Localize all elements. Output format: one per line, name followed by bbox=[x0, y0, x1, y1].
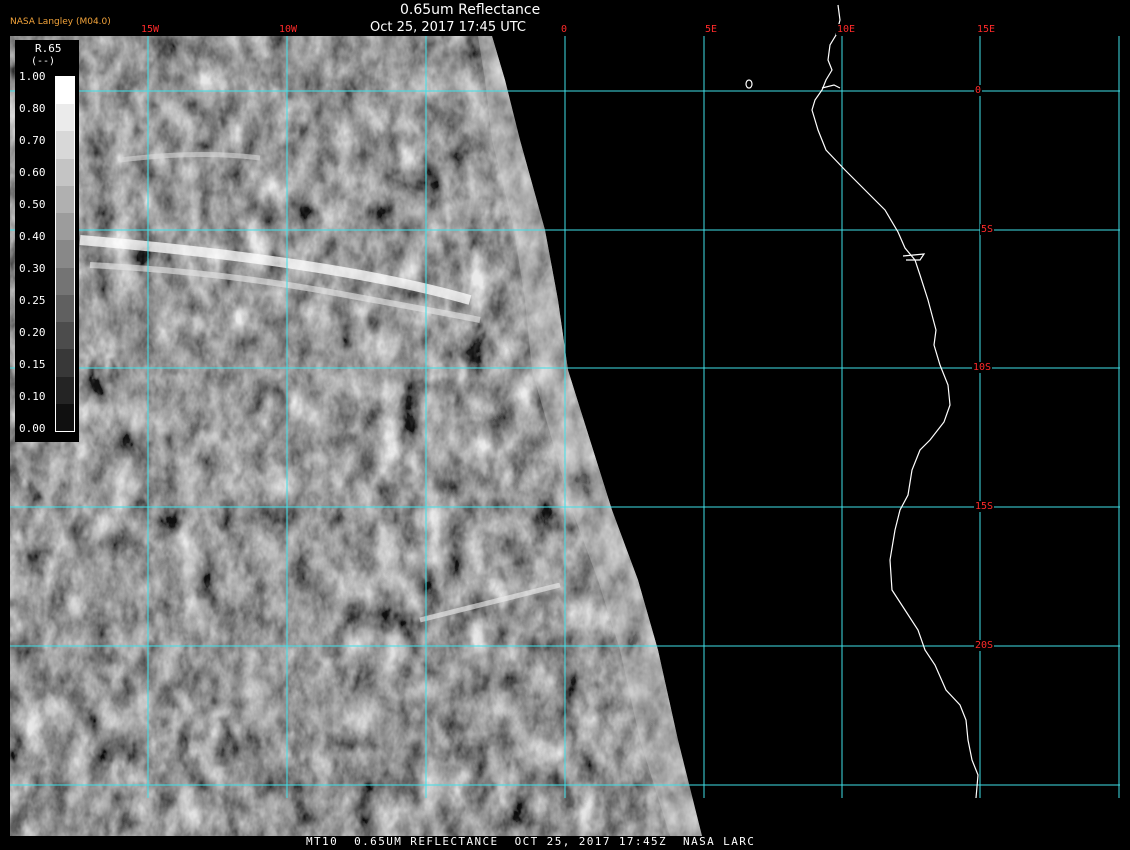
legend-swatch bbox=[56, 240, 74, 269]
lon-label-15w: 15W bbox=[140, 24, 161, 35]
cloud-swath bbox=[10, 36, 702, 836]
legend-tick: 0.30 bbox=[19, 262, 46, 275]
legend-tick: 0.40 bbox=[19, 230, 46, 243]
lon-label-10e: 10E bbox=[836, 24, 857, 35]
lat-label-10s: 10S bbox=[972, 362, 993, 373]
legend-tick-labels: 1.00 0.80 0.70 0.60 0.50 0.40 0.30 0.25 … bbox=[17, 70, 51, 440]
legend-tick: 0.50 bbox=[19, 198, 46, 211]
legend-tick: 0.15 bbox=[19, 358, 46, 371]
lon-label-0: 0 bbox=[560, 24, 569, 35]
lon-label-15e: 15E bbox=[976, 24, 997, 35]
legend-tick: 0.00 bbox=[19, 422, 46, 435]
satellite-map bbox=[10, 4, 1120, 836]
legend-tick: 1.00 bbox=[19, 70, 46, 83]
legend-swatch bbox=[56, 213, 74, 241]
legend-swatch bbox=[56, 322, 74, 350]
legend-tick: 0.80 bbox=[19, 102, 46, 115]
legend-swatch bbox=[56, 294, 74, 323]
lon-label-5e: 5E bbox=[704, 24, 719, 35]
satellite-image-viewer: 15W 10W 0 5E 10E 15E 0 5S 10S 15S 20S 0.… bbox=[0, 0, 1130, 850]
legend-unit: (--) bbox=[31, 56, 56, 67]
legend-swatch bbox=[56, 403, 74, 432]
legend-tick: 0.10 bbox=[19, 390, 46, 403]
legend-tick: 0.25 bbox=[19, 294, 46, 307]
lon-label-10w: 10W bbox=[278, 24, 299, 35]
legend-tick: 0.60 bbox=[19, 166, 46, 179]
lat-label-5s: 5S bbox=[980, 224, 995, 235]
legend-tick: 0.70 bbox=[19, 134, 46, 147]
lat-label-15s: 15S bbox=[974, 501, 995, 512]
legend-color-bar bbox=[55, 76, 75, 432]
color-scale-legend: R.65 (--) 1.00 0.80 0.70 0.60 0.50 0.40 … bbox=[15, 40, 79, 442]
coastline bbox=[745, 4, 979, 799]
legend-swatch bbox=[56, 158, 74, 187]
legend-swatch bbox=[56, 77, 74, 105]
legend-swatch bbox=[56, 349, 74, 378]
lat-label-0: 0 bbox=[974, 85, 983, 96]
image-footer: MT10 0.65UM REFLECTANCE OCT 25, 2017 17:… bbox=[306, 835, 756, 848]
legend-swatch bbox=[56, 267, 74, 296]
image-timestamp: Oct 25, 2017 17:45 UTC bbox=[370, 20, 526, 35]
legend-tick: 0.20 bbox=[19, 326, 46, 339]
producer-label: NASA Langley (M04.0) bbox=[10, 17, 111, 27]
legend-swatch bbox=[56, 185, 74, 214]
lat-label-20s: 20S bbox=[974, 640, 995, 651]
island bbox=[745, 79, 753, 89]
image-title: 0.65um Reflectance bbox=[400, 2, 541, 18]
legend-variable: R.65 bbox=[35, 42, 62, 55]
legend-swatch bbox=[56, 376, 74, 405]
legend-swatch bbox=[56, 131, 74, 160]
legend-swatch bbox=[56, 104, 74, 132]
